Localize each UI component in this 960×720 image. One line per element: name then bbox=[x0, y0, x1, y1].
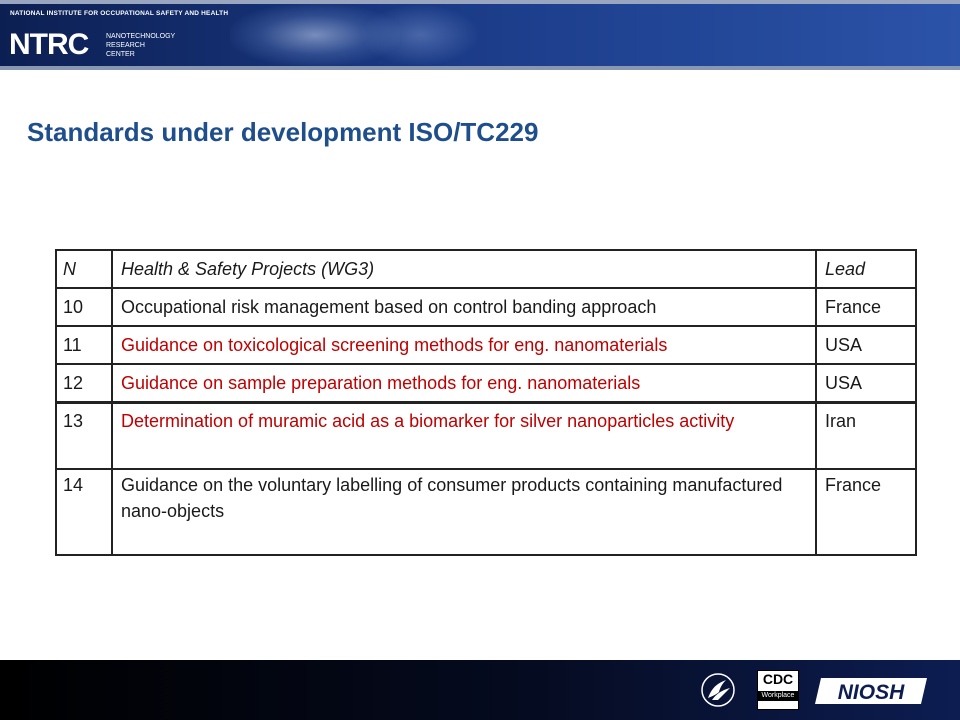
header-n: N bbox=[55, 249, 113, 289]
project-lead: France bbox=[815, 287, 917, 327]
row-number: 10 bbox=[55, 287, 113, 327]
niosh-logo-text: NIOSH bbox=[838, 681, 905, 704]
table-header-row: N Health & Safety Projects (WG3) Lead bbox=[55, 249, 917, 289]
header-project: Health & Safety Projects (WG3) bbox=[111, 249, 817, 289]
header-banner: NATIONAL INSTITUTE FOR OCCUPATIONAL SAFE… bbox=[0, 0, 960, 70]
table-row: 13 Determination of muramic acid as a bi… bbox=[55, 401, 917, 470]
header-top-line bbox=[0, 0, 960, 4]
cdc-logo-text: CDC bbox=[762, 671, 794, 687]
table-row: 12 Guidance on sample preparation method… bbox=[55, 363, 917, 404]
project-name: Guidance on sample preparation methods f… bbox=[111, 363, 817, 404]
project-lead: Iran bbox=[815, 401, 917, 470]
nano-particle-image-glow bbox=[360, 4, 480, 66]
slide-title: Standards under development ISO/TC229 bbox=[27, 117, 539, 147]
cdc-logo: CDC Workplace bbox=[757, 670, 799, 710]
header-bottom-line bbox=[0, 66, 960, 70]
row-number: 12 bbox=[55, 363, 113, 404]
table-row: 10 Occupational risk management based on… bbox=[55, 287, 917, 327]
row-number: 11 bbox=[55, 325, 113, 365]
project-lead: USA bbox=[815, 363, 917, 404]
header-lead: Lead bbox=[815, 249, 917, 289]
institute-name: NATIONAL INSTITUTE FOR OCCUPATIONAL SAFE… bbox=[10, 10, 229, 17]
hhs-eagle-icon bbox=[701, 673, 735, 707]
row-number: 14 bbox=[55, 468, 113, 556]
ntrc-logo-subtitle: NANOTECHNOLOGY RESEARCH CENTER bbox=[106, 33, 176, 58]
project-name: Occupational risk management based on co… bbox=[111, 287, 817, 327]
project-lead: France bbox=[815, 468, 917, 556]
project-name: Guidance on toxicological screening meth… bbox=[111, 325, 817, 365]
cdc-logo-subtext: Workplace bbox=[758, 691, 798, 701]
table-row: 14 Guidance on the voluntary labelling o… bbox=[55, 468, 917, 556]
projects-table: N Health & Safety Projects (WG3) Lead 10… bbox=[55, 249, 917, 556]
table-row: 11 Guidance on toxicological screening m… bbox=[55, 325, 917, 365]
project-lead: USA bbox=[815, 325, 917, 365]
niosh-logo: NIOSH bbox=[815, 678, 927, 704]
ntrc-logo: NTRC bbox=[9, 28, 89, 61]
project-name: Guidance on the voluntary labelling of c… bbox=[111, 468, 817, 556]
row-number: 13 bbox=[55, 401, 113, 470]
project-name: Determination of muramic acid as a bioma… bbox=[111, 401, 817, 470]
